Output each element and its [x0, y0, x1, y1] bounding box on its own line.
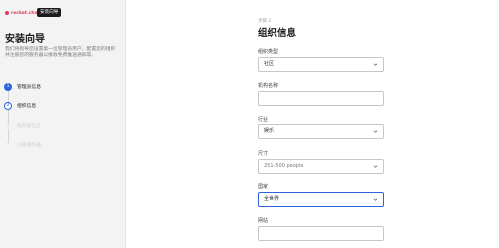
org-type-value: 社区 [264, 61, 275, 67]
step-item-register[interactable]: 4 注册服务器 [4, 140, 41, 149]
org-name-input[interactable] [258, 91, 384, 106]
sidebar-title: 安装向导 [5, 34, 45, 45]
chevron-down-icon [373, 165, 378, 168]
wizard-badge: 安装向导 [37, 8, 62, 17]
country-label: 国家 [258, 184, 269, 190]
sidebar-description: 我们将指导您设置第一位管理员用户，配置您的组织并注册您的服务器以接收免费推送通知… [5, 47, 116, 59]
country-value: 全世界 [264, 196, 280, 202]
step-item-organization[interactable]: 2 组织信息 [4, 101, 36, 110]
size-select[interactable]: 251-500 people [258, 159, 384, 174]
sidebar: rocket.chat 安装向导 安装向导 我们将指导您设置第一位管理员用户，配… [0, 0, 126, 248]
industry-select[interactable]: 娱乐 [258, 124, 384, 139]
chevron-down-icon [373, 198, 378, 201]
step-label: 注册服务器 [17, 143, 41, 148]
size-label: 尺寸 [258, 151, 269, 157]
brand-logo: rocket.chat [5, 8, 40, 18]
industry-value: 娱乐 [264, 128, 275, 134]
chevron-down-icon [373, 130, 378, 133]
step-number: 1 [4, 82, 12, 91]
org-name-label: 机构名称 [258, 83, 279, 89]
step-item-admin[interactable]: 1 管理员信息 [4, 82, 41, 91]
form-title: 组织信息 [258, 28, 297, 39]
org-type-label: 组织类型 [258, 49, 279, 55]
step-number: 4 [6, 141, 10, 147]
step-label: 管理员信息 [17, 85, 41, 90]
website-label: 网站 [258, 218, 269, 224]
step-number: 2 [4, 101, 12, 110]
step-label: 组织信息 [17, 104, 37, 109]
step-label: 服务器信息 [17, 124, 41, 129]
website-input[interactable] [258, 226, 384, 241]
step-number: 3 [6, 122, 10, 128]
step-indicator: 步骤 2 [258, 19, 272, 24]
chevron-down-icon [373, 63, 378, 66]
org-type-select[interactable]: 社区 [258, 57, 384, 72]
rocket-logo-icon [5, 11, 9, 15]
size-value: 251-500 people [264, 163, 304, 169]
country-select[interactable]: 全世界 [258, 192, 384, 207]
industry-label: 行业 [258, 117, 269, 123]
step-item-server[interactable]: 3 服务器信息 [4, 121, 41, 130]
logo-text: rocket.chat [11, 10, 40, 16]
